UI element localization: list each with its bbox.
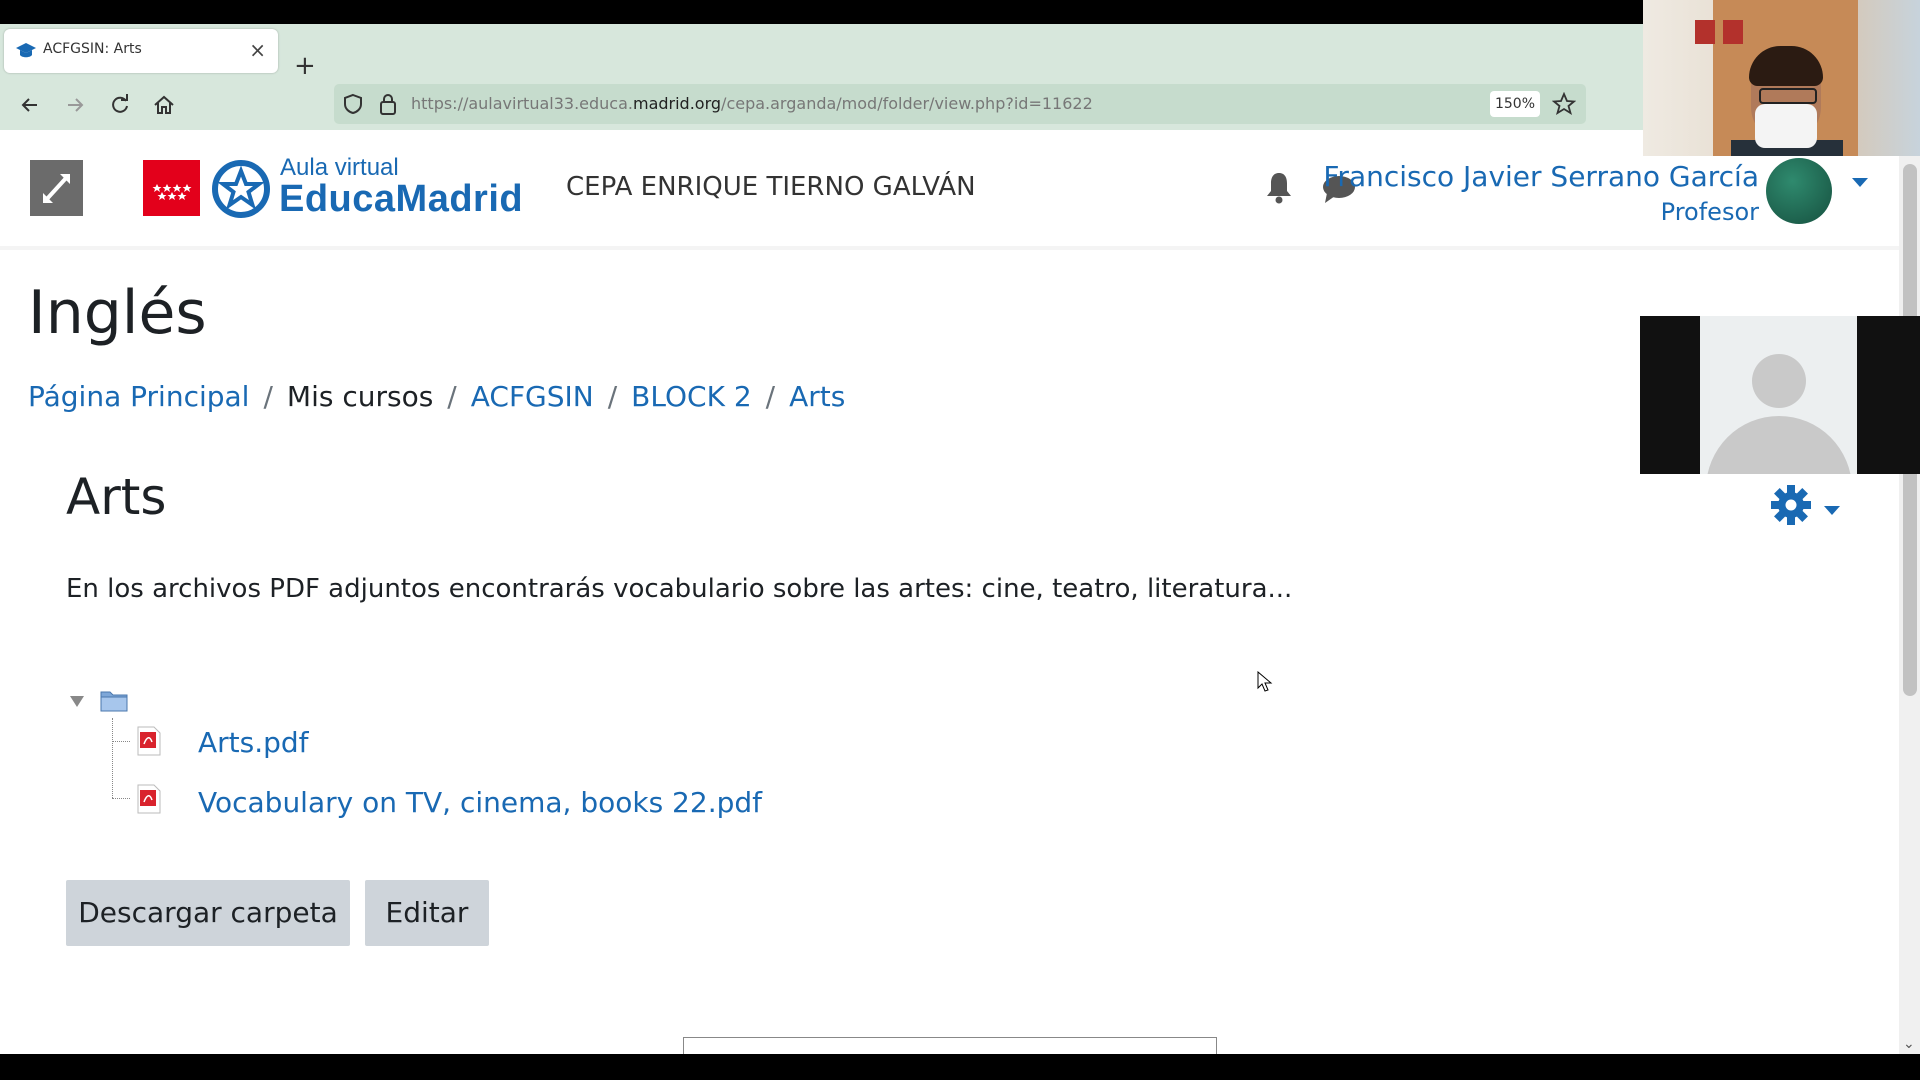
user-role: Profesor	[1660, 198, 1759, 226]
mouse-cursor-icon	[1257, 671, 1273, 692]
file-link-vocabulary[interactable]: Vocabulary on TV, cinema, books 22.pdf	[198, 786, 762, 819]
placeholder-person-icon	[1752, 354, 1806, 408]
breadcrumb-item-my-courses: Mis cursos	[286, 380, 434, 413]
breadcrumb-item-block[interactable]: BLOCK 2	[631, 380, 751, 413]
video-person-glasses	[1759, 88, 1817, 104]
breadcrumb-separator: /	[447, 380, 457, 413]
breadcrumb-item-current[interactable]: Arts	[789, 380, 845, 413]
new-tab-button[interactable]: +	[294, 53, 316, 79]
browser-tab[interactable]: ACFGSIN: Arts ×	[4, 29, 278, 73]
file-link-arts[interactable]: Arts.pdf	[198, 726, 309, 759]
user-name[interactable]: Francisco Javier Serrano García	[1323, 160, 1759, 193]
settings-gear-icon[interactable]	[1770, 484, 1812, 526]
url-prefix: https://aulavirtual33.educa.	[411, 94, 633, 113]
web-page: Aula virtual EducaMadrid CEPA ENRIQUE TI…	[0, 130, 1899, 1054]
educamadrid-star-logo[interactable]	[210, 160, 272, 218]
footer-box	[683, 1037, 1217, 1054]
tab-title: ACFGSIN: Arts	[43, 41, 142, 57]
home-icon[interactable]	[151, 92, 177, 118]
settings-caret-icon[interactable]	[1824, 506, 1840, 515]
stars-icon	[152, 184, 192, 200]
breadcrumb-item-course[interactable]: ACFGSIN	[471, 380, 594, 413]
folder-description: En los archivos PDF adjuntos encontrarás…	[66, 574, 1293, 604]
zoom-level-badge[interactable]: 150%	[1490, 91, 1540, 117]
tree-line	[112, 741, 130, 742]
pdf-file-icon[interactable]	[136, 726, 162, 756]
collapse-triangle-icon[interactable]	[70, 696, 84, 707]
graduation-cap-icon	[16, 43, 36, 58]
tab-close-icon[interactable]: ×	[249, 38, 266, 62]
notifications-bell-icon[interactable]	[1264, 170, 1294, 204]
folder-icon[interactable]	[100, 688, 128, 712]
forward-arrow-icon[interactable]	[62, 92, 88, 118]
video-background-sign	[1695, 20, 1715, 44]
breadcrumb-item-home[interactable]: Página Principal	[28, 380, 249, 413]
breadcrumb-separator: /	[607, 380, 618, 413]
folder-title: Arts	[66, 468, 167, 526]
expand-sidebar-button[interactable]	[30, 160, 83, 216]
shield-icon[interactable]	[342, 93, 364, 115]
logo-title: EducaMadrid	[279, 178, 524, 220]
browser-nav-bar: https://aulavirtual33.educa.madrid.org/c…	[0, 80, 1643, 130]
user-avatar[interactable]	[1766, 158, 1832, 224]
video-background-sign	[1723, 20, 1743, 44]
lock-icon[interactable]	[378, 92, 398, 116]
comunidad-madrid-logo[interactable]	[143, 160, 200, 216]
site-name[interactable]: CEPA ENRIQUE TIERNO GALVÁN	[566, 172, 976, 202]
breadcrumb: Página Principal / Mis cursos / ACFGSIN / BLOC…	[28, 380, 845, 413]
back-arrow-icon[interactable]	[17, 92, 43, 118]
url-text[interactable]: https://aulavirtual33.educa.madrid.org/c…	[411, 94, 1093, 113]
bookmark-star-icon[interactable]	[1552, 92, 1576, 116]
breadcrumb-separator: /	[263, 380, 273, 413]
screen-top-bar	[0, 0, 1920, 24]
download-folder-button[interactable]: Descargar carpeta	[66, 880, 350, 946]
reload-icon[interactable]	[107, 92, 133, 118]
edit-button[interactable]: Editar	[365, 880, 489, 946]
address-bar[interactable]: https://aulavirtual33.educa.madrid.org/c…	[334, 84, 1586, 124]
course-title: Inglés	[28, 278, 207, 348]
site-header: Aula virtual EducaMadrid CEPA ENRIQUE TI…	[0, 130, 1899, 250]
tree-line	[112, 798, 130, 799]
expand-arrows-icon	[43, 174, 70, 203]
breadcrumb-separator: /	[765, 380, 776, 413]
tree-line	[112, 718, 113, 798]
user-menu-caret-icon[interactable]	[1852, 178, 1868, 187]
url-path: /cepa.arganda/mod/folder/view.php?id=116…	[721, 94, 1093, 113]
pdf-file-icon[interactable]	[136, 784, 162, 814]
placeholder-person-body	[1706, 416, 1852, 474]
participant-avatar-panel	[1700, 316, 1857, 474]
video-person-mask	[1755, 104, 1817, 148]
screen-bottom-bar	[0, 1054, 1920, 1080]
scroll-down-chevron-icon[interactable]: ⌄	[1903, 1036, 1915, 1052]
page-scrollbar[interactable]: ⌄	[1899, 156, 1920, 1054]
video-participant-placeholder	[1640, 316, 1920, 474]
url-domain: madrid.org	[632, 94, 722, 113]
folder-tree: Arts.pdf Vocabulary on TV, cinema, books…	[70, 688, 870, 1008]
video-participant-camera	[1643, 0, 1920, 156]
browser-tab-strip: ACFGSIN: Arts × +	[0, 24, 1643, 80]
